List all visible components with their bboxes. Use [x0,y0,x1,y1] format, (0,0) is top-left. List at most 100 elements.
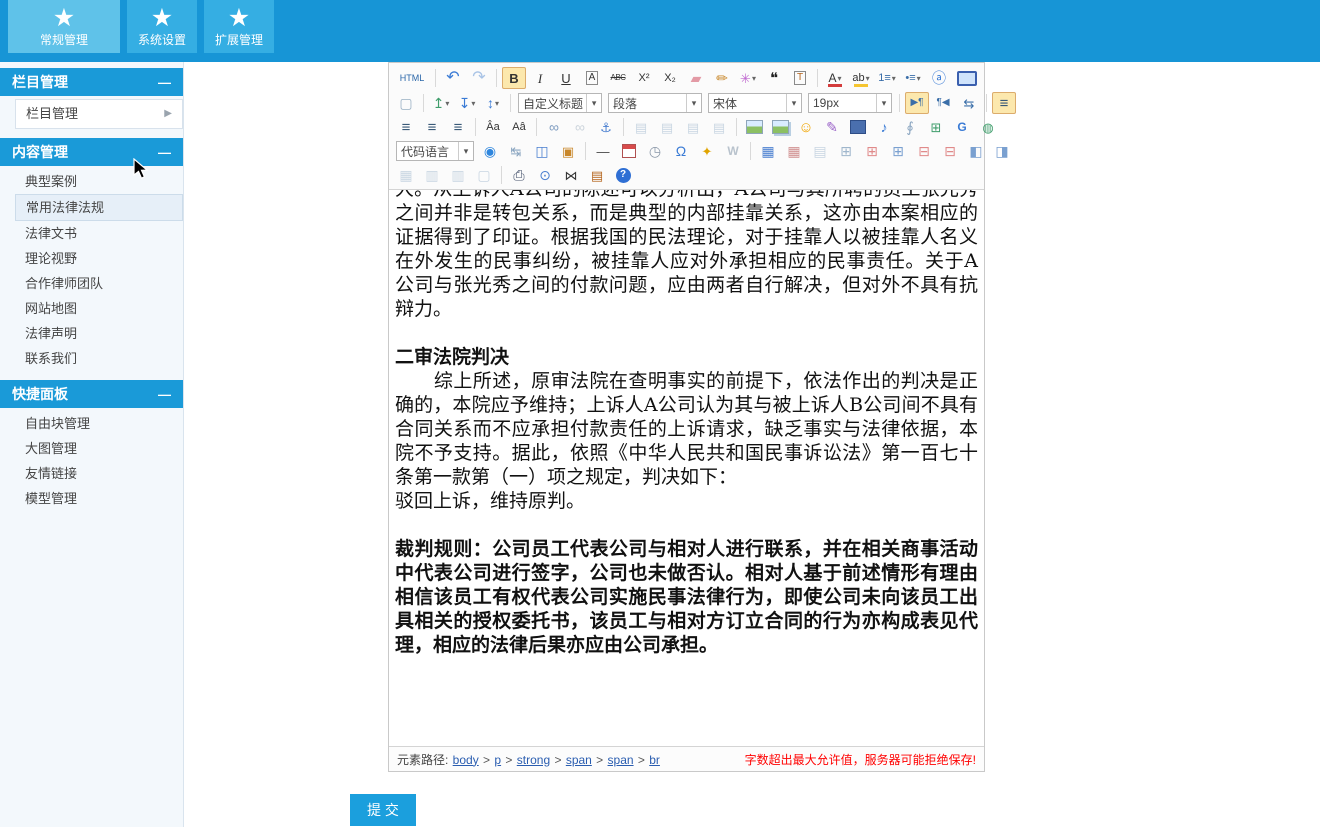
font-border-icon[interactable]: A [580,67,604,89]
undo-icon[interactable]: ↶ [441,67,465,89]
image-right-icon[interactable]: ▤ [681,116,705,138]
align-right-icon[interactable]: ≡ [420,116,444,138]
image-inline-icon[interactable]: ▤ [707,116,731,138]
preview-icon[interactable]: ⊙ [533,164,557,186]
print-icon[interactable]: ⎙ [507,164,531,186]
collapse-icon[interactable]: — [158,75,171,90]
highlight-color-icon[interactable]: ab▾ [849,67,873,89]
page-break-icon[interactable]: ↹ [504,140,528,162]
submit-button[interactable]: 提 交 [350,794,416,826]
delete-table-icon[interactable]: ▦ [782,140,806,162]
link-icon[interactable]: ∞ [542,116,566,138]
superscript-icon[interactable]: X² [632,67,656,89]
insert-title-icon[interactable]: ⊞ [834,140,858,162]
subscript-icon[interactable]: X₂ [658,67,682,89]
auto-wrap-icon[interactable]: ⇆ [957,92,981,114]
sidebar-item-typical-cases[interactable]: 典型案例 [15,169,183,194]
paragraph-spacing-bottom-icon[interactable]: ↧▾ [455,92,479,114]
insert-frame-icon[interactable]: ◍ [976,116,1000,138]
attachment-icon[interactable]: ∮ [898,116,922,138]
insert-code-icon[interactable]: ◉ [478,140,502,162]
paragraph-select[interactable]: 段落▾ [608,93,702,113]
path-link[interactable]: br [649,753,660,767]
path-link[interactable]: strong [517,753,550,767]
sidebar-item-banner-management[interactable]: 大图管理 [15,436,183,461]
sidebar-item-common-laws[interactable]: 常用法律法规 [15,194,183,221]
sidebar-item-model-management[interactable]: 模型管理 [15,486,183,511]
blockquote-icon[interactable]: ❝ [762,67,786,89]
path-link[interactable]: p [494,753,501,767]
unordered-list-icon[interactable]: •≡▾ [901,67,925,89]
template-icon[interactable]: ◫ [530,140,554,162]
anchor-icon[interactable]: ⚓ [594,116,618,138]
delete-col-icon[interactable]: ⊟ [938,140,962,162]
sidebar-item-column-management[interactable]: 栏目管理▶ [15,99,183,129]
insert-row-icon[interactable]: ⊞ [860,140,884,162]
bold-icon[interactable]: B [502,67,526,89]
word-image-icon[interactable]: W [721,140,745,162]
clipboard-icon[interactable]: ▤ [585,164,609,186]
tab-extension-management[interactable]: ★扩展管理 [204,0,274,53]
google-map-icon[interactable]: G [950,116,974,138]
horizontal-rule-icon[interactable]: — [591,140,615,162]
tab-system-settings[interactable]: ★系统设置 [127,0,197,53]
autotypeset-icon[interactable]: ✳▾ [736,67,760,89]
outdent-icon[interactable]: ¶◀ [931,92,955,114]
music-icon[interactable]: ♪ [872,116,896,138]
image-left-icon[interactable]: ▤ [629,116,653,138]
sidebar-item-friend-links[interactable]: 友情链接 [15,461,183,486]
collapse-icon[interactable]: — [158,387,171,402]
sidebar-item-contact-us[interactable]: 联系我们 [15,346,183,371]
font-color-icon[interactable]: A▾ [823,67,847,89]
insert-col-icon[interactable]: ⊞ [886,140,910,162]
eraser-icon[interactable]: ▰ [684,67,708,89]
underline-icon[interactable]: U [554,67,578,89]
delete-row-icon[interactable]: ⊟ [912,140,936,162]
sidebar-item-site-map[interactable]: 网站地图 [15,296,183,321]
path-link[interactable]: span [566,753,592,767]
screenshot-icon[interactable]: ▣ [556,140,580,162]
paragraph-spacing-top-icon[interactable]: ↥▾ [429,92,453,114]
special-chars-icon[interactable]: Ω [669,140,693,162]
lowercase-icon[interactable]: Aâ [507,116,531,138]
multi-image-icon[interactable] [768,116,792,138]
unlink-icon[interactable]: ∞ [568,116,592,138]
scrawl-icon[interactable]: ✎ [820,116,844,138]
date-icon[interactable] [617,140,641,162]
redo-icon[interactable]: ↷ [467,67,491,89]
sidebar-section-column-management[interactable]: 栏目管理— [0,68,183,96]
align-left-icon[interactable]: ≡ [992,92,1016,114]
ordered-list-icon[interactable]: 1≡▾ [875,67,899,89]
collapse-icon[interactable]: — [158,145,171,160]
video-icon[interactable] [846,116,870,138]
font-family-select[interactable]: 宋体▾ [708,93,802,113]
sidebar-item-legal-notice[interactable]: 法律声明 [15,321,183,346]
html-source-icon[interactable]: HTML [394,67,430,89]
merge-down-icon[interactable]: ◨ [990,140,1014,162]
split-rows-icon[interactable]: ▥ [420,164,444,186]
emotion-icon[interactable]: ☺ [794,116,818,138]
custom-title-select[interactable]: 自定义标题▾ [518,93,602,113]
uppercase-icon[interactable]: Âa [481,116,505,138]
sidebar-item-free-block-management[interactable]: 自由块管理 [15,411,183,436]
merge-cells-icon[interactable]: ▦ [394,164,418,186]
merge-right-icon[interactable]: ◧ [964,140,988,162]
insert-table-icon[interactable]: ▦ [756,140,780,162]
paste-text-icon[interactable]: T [788,67,812,89]
fullscreen-icon[interactable] [955,67,979,89]
line-height-icon[interactable]: ↕▾ [481,92,505,114]
doc-key-icon[interactable]: ✦ [695,140,719,162]
strikethrough-icon[interactable]: ABC [606,67,630,89]
sidebar-item-theory-perspective[interactable]: 理论视野 [15,246,183,271]
sidebar-section-quick-panel[interactable]: 快捷面板— [0,380,183,408]
sidebar-item-partner-lawyer-team[interactable]: 合作律师团队 [15,271,183,296]
tab-general-management[interactable]: ★常规管理 [8,0,120,53]
search-replace-icon[interactable]: ⋈ [559,164,583,186]
insert-image-icon[interactable] [742,116,766,138]
format-brush-icon[interactable]: ✏ [710,67,734,89]
time-icon[interactable]: ◷ [643,140,667,162]
help-icon[interactable]: ? [611,164,635,186]
select-all-icon[interactable]: ⓐ [927,67,951,89]
path-link[interactable]: body [453,753,479,767]
new-document-icon[interactable]: ▢ [394,92,418,114]
